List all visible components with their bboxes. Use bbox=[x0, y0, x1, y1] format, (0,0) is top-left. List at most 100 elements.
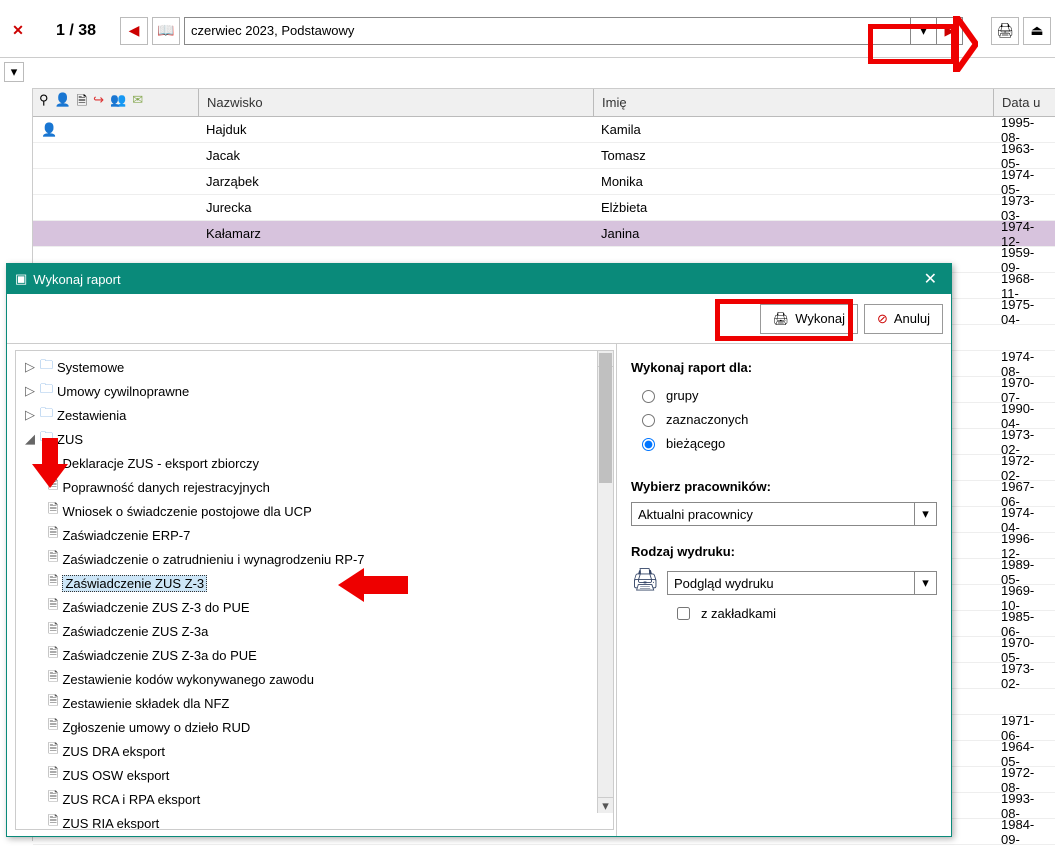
tree-folder-label: Zestawienia bbox=[57, 408, 126, 423]
tree-folder[interactable]: ▷🗀Systemowe bbox=[16, 355, 613, 379]
tree-item[interactable]: 🗎Poprawność danych rejestracyjnych bbox=[16, 475, 613, 499]
tree-item[interactable]: 🗎 ZUS RIA eksport bbox=[16, 811, 613, 830]
combo-dropdown-button[interactable]: ▾ bbox=[910, 18, 936, 44]
doc-icon[interactable]: 🗎 bbox=[77, 92, 87, 114]
tree-item[interactable]: 🗎 Zaświadczenie ZUS Z-3a bbox=[16, 619, 613, 643]
tree-item[interactable]: 🗎Wniosek o świadczenie postojowe dla UCP bbox=[16, 499, 613, 523]
export-button[interactable]: ⏏ bbox=[1023, 17, 1051, 45]
tree-folder[interactable]: ▷🗀Zestawienia bbox=[16, 403, 613, 427]
wykonaj-label: Wykonaj bbox=[795, 311, 845, 326]
select-pracownicy-value: Aktualni pracownicy bbox=[631, 502, 915, 526]
header-icon-cells: ⚲ 👤 🗎 ↪ 👥 ✉ bbox=[33, 92, 198, 114]
cell-nazwisko: Jacak bbox=[198, 148, 593, 163]
tree-item[interactable]: 🗎Zestawienie kodów wykonywanego zawodu bbox=[16, 667, 613, 691]
document-icon: 🗎 bbox=[48, 596, 58, 618]
cell-data: 1984-09- bbox=[993, 817, 1055, 847]
document-icon: 🗎 bbox=[48, 812, 58, 830]
radio-biezacego-input[interactable] bbox=[642, 438, 655, 451]
col-data[interactable]: Data u bbox=[993, 89, 1055, 116]
tree-item[interactable]: 🗎ZUS RCA i RPA eksport bbox=[16, 787, 613, 811]
cell-nazwisko: Hajduk bbox=[198, 122, 593, 137]
tree-item-label: Poprawność danych rejestracyjnych bbox=[62, 480, 269, 495]
tree-item[interactable]: 🗎 Zaświadczenie o zatrudnieniu i wynagrod… bbox=[16, 547, 613, 571]
select-pracownicy[interactable]: Aktualni pracownicy ▾ bbox=[631, 502, 937, 526]
pin-icon[interactable]: ⚲ bbox=[39, 92, 49, 114]
tree-scrollbar[interactable]: ▴ ▾ bbox=[597, 351, 613, 813]
wykonaj-button[interactable]: 🖨 Wykonaj bbox=[760, 304, 858, 334]
radio-biezacego[interactable]: bieżącego bbox=[631, 431, 937, 455]
person2-icon[interactable]: 👥 bbox=[110, 92, 126, 114]
col-imie[interactable]: Imię bbox=[593, 89, 993, 116]
window-icon: ▣ bbox=[15, 271, 27, 287]
period-input[interactable] bbox=[185, 23, 910, 38]
tree-item-label: Zaświadczenie ZUS Z-3 bbox=[62, 575, 207, 592]
cell-nazwisko: Kałamarz bbox=[198, 226, 593, 241]
select-wydruk-value: Podgląd wydruku bbox=[667, 571, 915, 595]
table-row[interactable]: KałamarzJanina1974-12- bbox=[33, 221, 1055, 247]
anuluj-button[interactable]: ⊘ Anuluj bbox=[864, 304, 943, 334]
table-row[interactable]: 👤HajdukKamila1995-08- bbox=[33, 117, 1055, 143]
cancel-icon: ⊘ bbox=[877, 311, 888, 327]
radio-zaznaczonych-input[interactable] bbox=[642, 414, 655, 427]
tree-item-label: Zaświadczenie ZUS Z-3a bbox=[62, 624, 208, 639]
document-icon: 🗎 bbox=[48, 668, 58, 690]
share-icon[interactable]: ↪ bbox=[93, 92, 104, 114]
period-combo[interactable]: ▾ ▶ bbox=[184, 17, 963, 45]
tree-item[interactable]: 🗎Zaświadczenie ZUS Z-3 do PUE bbox=[16, 595, 613, 619]
table-row[interactable]: JarząbekMonika1974-05- bbox=[33, 169, 1055, 195]
main-toolbar: ✕ 1 / 38 ◀ 📖 ▾ ▶ 🖨 ⏏ bbox=[0, 0, 1055, 58]
radio-grupy[interactable]: grupy bbox=[631, 383, 937, 407]
tree-item[interactable]: 🗎ZUS OSW eksport bbox=[16, 763, 613, 787]
close-button[interactable]: ✕ bbox=[4, 17, 32, 45]
book-icon[interactable]: 📖 bbox=[152, 17, 180, 45]
dropdown-small[interactable]: ▾ bbox=[4, 62, 24, 82]
tree-item[interactable]: 🗎Zestawienie składek dla NFZ bbox=[16, 691, 613, 715]
dialog-close-button[interactable]: ✕ bbox=[918, 269, 943, 289]
tree-item[interactable]: 🗎 Deklaracje ZUS - eksport zbiorczy bbox=[16, 451, 613, 475]
tree-item[interactable]: 🗎Zgłoszenie umowy o dzieło RUD bbox=[16, 715, 613, 739]
cell-imie: Janina bbox=[593, 226, 993, 241]
tree-folder[interactable]: ▷🗀Umowy cywilnoprawne bbox=[16, 379, 613, 403]
table-row[interactable]: JacakTomasz1963-05- bbox=[33, 143, 1055, 169]
tree-item-label: Deklaracje ZUS - eksport zbiorczy bbox=[62, 456, 259, 471]
col-nazwisko[interactable]: Nazwisko bbox=[198, 89, 593, 116]
chk-zakladki-input[interactable] bbox=[677, 607, 690, 620]
document-icon: 🗎 bbox=[48, 620, 58, 642]
radio-grupy-input[interactable] bbox=[642, 390, 655, 403]
chk-zakladki[interactable]: z zakładkami bbox=[667, 601, 937, 625]
printer-icon: 🖨 bbox=[631, 567, 659, 593]
document-icon: 🗎 bbox=[48, 692, 58, 714]
mail-icon[interactable]: ✉ bbox=[132, 92, 143, 114]
radio-zaznaczonych[interactable]: zaznaczonych bbox=[631, 407, 937, 431]
tree-folder-label: Umowy cywilnoprawne bbox=[57, 384, 189, 399]
tree-item-label: Zaświadczenie o zatrudnieniu i wynagrodz… bbox=[62, 552, 364, 567]
tree-item[interactable]: 🗎Zaświadczenie ERP-7 bbox=[16, 523, 613, 547]
folder-icon: 🗀 bbox=[40, 428, 53, 450]
select-pracownicy-btn[interactable]: ▾ bbox=[915, 502, 937, 526]
opts-h3: Rodzaj wydruku: bbox=[631, 544, 937, 559]
tree-folder-label: ZUS bbox=[57, 432, 83, 447]
person-icon[interactable]: 👤 bbox=[55, 92, 71, 114]
tree-folder[interactable]: ◢🗀ZUS bbox=[16, 427, 613, 451]
select-wydruk[interactable]: Podgląd wydruku ▾ bbox=[667, 571, 937, 595]
document-icon: 🗎 bbox=[48, 452, 58, 474]
scroll-thumb[interactable] bbox=[599, 353, 612, 483]
tree-item-label: Wniosek o świadczenie postojowe dla UCP bbox=[62, 504, 311, 519]
combo-next-button[interactable]: ▶ bbox=[936, 18, 962, 44]
report-tree[interactable]: ▷🗀Systemowe▷🗀Umowy cywilnoprawne▷🗀Zestaw… bbox=[16, 351, 613, 830]
tree-item-label: Zgłoszenie umowy o dzieło RUD bbox=[62, 720, 250, 735]
document-icon: 🗎 bbox=[48, 572, 58, 594]
tree-item-label: ZUS RIA eksport bbox=[62, 816, 159, 831]
document-icon: 🗎 bbox=[48, 548, 58, 570]
tree-item[interactable]: 🗎Zaświadczenie ZUS Z-3 bbox=[16, 571, 613, 595]
prev-button[interactable]: ◀ bbox=[120, 17, 148, 45]
document-icon: 🗎 bbox=[48, 740, 58, 762]
table-row[interactable]: JureckaElżbieta1973-03- bbox=[33, 195, 1055, 221]
print-button[interactable]: 🖨 bbox=[991, 17, 1019, 45]
scroll-down-icon[interactable]: ▾ bbox=[598, 797, 613, 813]
select-wydruk-btn[interactable]: ▾ bbox=[915, 571, 937, 595]
tree-item[interactable]: 🗎ZUS DRA eksport bbox=[16, 739, 613, 763]
document-icon: 🗎 bbox=[48, 788, 58, 810]
tree-item[interactable]: 🗎Zaświadczenie ZUS Z-3a do PUE bbox=[16, 643, 613, 667]
chk-zakladki-label: z zakładkami bbox=[701, 606, 776, 621]
